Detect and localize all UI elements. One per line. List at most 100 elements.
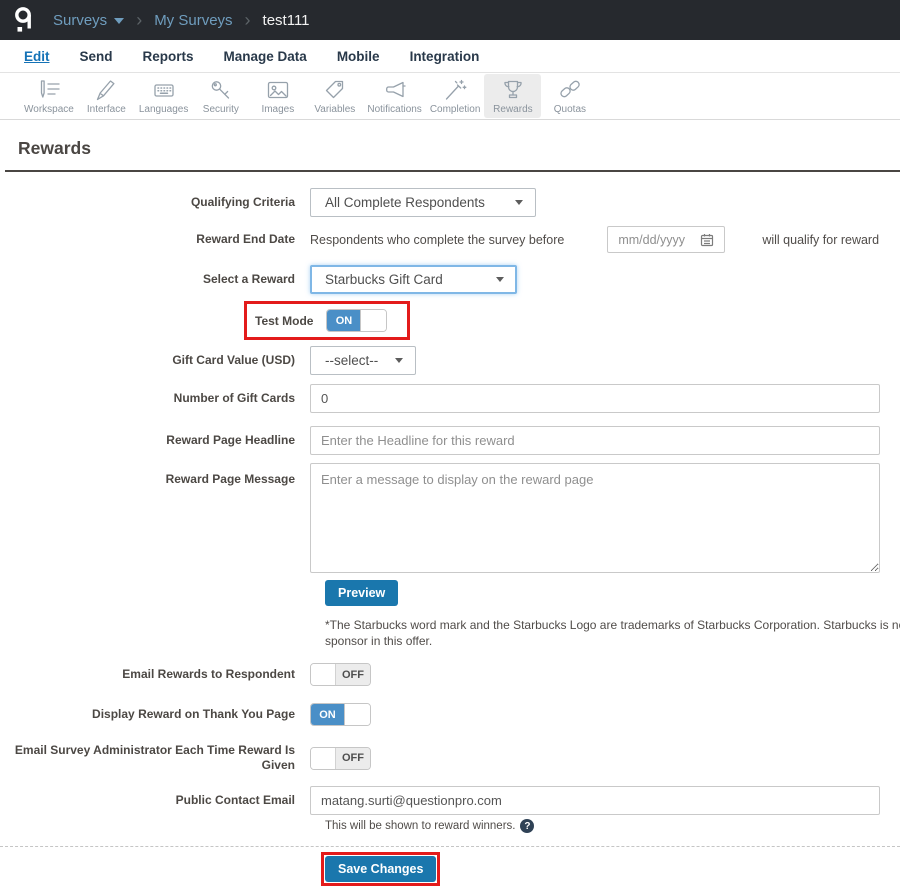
toolbar-item-languages[interactable]: Languages	[135, 74, 193, 118]
main-nav: Edit Send Reports Manage Data Mobile Int…	[0, 40, 900, 73]
toggle-state-label: OFF	[336, 747, 370, 769]
top-header-bar: Surveys › My Surveys › test111	[0, 0, 900, 40]
reward-end-date-row: Reward End Date Respondents who complete…	[0, 226, 900, 253]
toolbar-item-completion[interactable]: Completion	[426, 74, 485, 118]
questionpro-logo-icon[interactable]	[13, 5, 37, 35]
qualifying-criteria-label: Qualifying Criteria	[190, 195, 295, 209]
toolbar-item-interface[interactable]: Interface	[78, 74, 135, 118]
email-rewards-label: Email Rewards to Respondent	[122, 667, 295, 681]
tab-send[interactable]: Send	[80, 49, 113, 64]
reward-page-headline-label: Reward Page Headline	[166, 433, 295, 447]
qualifying-criteria-select[interactable]: All Complete Respondents	[310, 188, 536, 217]
test-mode-toggle[interactable]: ON	[326, 309, 388, 332]
tab-edit[interactable]: Edit	[24, 49, 50, 64]
save-annotation-box: Save Changes	[321, 852, 441, 886]
breadcrumb-product-menu[interactable]: Surveys	[53, 11, 125, 29]
toolbar-item-security[interactable]: Security	[192, 74, 249, 118]
notifications-icon	[382, 78, 408, 102]
toolbar-item-notifications[interactable]: Notifications	[363, 74, 425, 118]
toggle-state-label: ON	[327, 310, 361, 331]
number-of-gift-cards-label: Number of Gift Cards	[173, 391, 295, 405]
select-reward-label: Select a Reward	[202, 272, 295, 286]
disclaimer-line-2: sponsor in this offer.	[325, 634, 433, 648]
qualifying-criteria-value: All Complete Respondents	[325, 195, 485, 210]
select-reward-select[interactable]: Starbucks Gift Card	[310, 265, 517, 294]
number-of-gift-cards-input[interactable]	[310, 384, 880, 413]
reward-end-date-suffix: will qualify for reward	[762, 232, 880, 247]
toggle-handle	[311, 747, 336, 769]
reward-end-date-input-wrap[interactable]	[607, 226, 726, 253]
display-reward-label: Display Reward on Thank You Page	[92, 707, 295, 721]
reward-end-date-label: Reward End Date	[196, 232, 295, 246]
test-mode-annotation-box: Test Mode ON	[244, 301, 411, 340]
tab-manage-data[interactable]: Manage Data	[224, 49, 307, 64]
variables-icon	[322, 78, 348, 102]
display-reward-row: Display Reward on Thank You Page ON	[0, 703, 900, 726]
rewards-form: Qualifying Criteria All Complete Respond…	[0, 188, 900, 886]
toolbar-item-variables[interactable]: Variables	[306, 74, 363, 118]
quotas-icon	[557, 78, 583, 102]
reward-end-date-input[interactable]	[616, 231, 695, 248]
tab-reports[interactable]: Reports	[143, 49, 194, 64]
gift-card-value-label: Gift Card Value (USD)	[172, 353, 295, 367]
images-icon	[265, 78, 291, 102]
helper-text: This will be shown to reward winners.	[325, 820, 516, 832]
email-admin-row: Email Survey Administrator Each Time Rew…	[0, 743, 900, 773]
public-contact-email-input[interactable]	[310, 786, 880, 815]
save-row: Save Changes	[321, 852, 900, 886]
gift-card-value-select[interactable]: --select--	[310, 346, 416, 375]
email-rewards-row: Email Rewards to Respondent OFF	[0, 663, 900, 686]
caret-down-icon	[114, 18, 125, 24]
save-changes-button[interactable]: Save Changes	[325, 856, 437, 882]
tab-mobile[interactable]: Mobile	[337, 49, 380, 64]
reward-page-headline-row: Reward Page Headline	[0, 426, 900, 455]
test-mode-row: Test Mode ON	[244, 301, 900, 340]
reward-page-message-label: Reward Page Message	[165, 472, 295, 486]
languages-icon	[151, 78, 177, 102]
email-admin-label: Email Survey Administrator Each Time Rew…	[14, 743, 295, 772]
toggle-handle	[344, 704, 370, 725]
reward-page-message-textarea[interactable]	[310, 463, 880, 573]
completion-icon	[442, 78, 468, 102]
gift-card-value-value: --select--	[325, 353, 379, 368]
caret-down-icon	[395, 358, 403, 363]
number-of-gift-cards-row: Number of Gift Cards	[0, 384, 900, 413]
page-title: Rewards	[18, 138, 91, 158]
email-admin-toggle[interactable]: OFF	[310, 746, 371, 770]
caret-down-icon	[496, 277, 504, 282]
toolbar-item-workspace[interactable]: Workspace	[20, 74, 78, 118]
toggle-handle	[311, 664, 336, 685]
toolbar-item-rewards[interactable]: Rewards	[484, 74, 542, 118]
interface-icon	[93, 78, 119, 102]
save-divider	[0, 846, 900, 847]
gift-card-value-row: Gift Card Value (USD) --select--	[0, 346, 900, 375]
settings-toolbar: Workspace Interface Languages Security I…	[0, 73, 900, 120]
email-rewards-toggle[interactable]: OFF	[310, 663, 371, 686]
public-contact-email-label: Public Contact Email	[175, 793, 295, 807]
toggle-handle	[360, 310, 387, 331]
breadcrumb-my-surveys[interactable]: My Surveys	[154, 12, 232, 29]
public-contact-email-row: Public Contact Email	[0, 786, 900, 815]
caret-down-icon	[515, 200, 523, 205]
toggle-state-label: OFF	[336, 664, 370, 685]
qualifying-criteria-row: Qualifying Criteria All Complete Respond…	[0, 188, 900, 217]
breadcrumb-product-label: Surveys	[53, 11, 108, 29]
toolbar-item-quotas[interactable]: Quotas	[541, 74, 598, 118]
calendar-icon	[701, 233, 714, 246]
workspace-icon	[36, 78, 62, 102]
title-divider	[5, 170, 900, 172]
preview-button[interactable]: Preview	[325, 580, 399, 606]
select-reward-value: Starbucks Gift Card	[325, 272, 443, 287]
tab-integration[interactable]: Integration	[410, 49, 480, 64]
reward-page-message-row: Reward Page Message	[0, 463, 900, 573]
reward-end-date-prefix: Respondents who complete the survey befo…	[310, 232, 565, 247]
help-icon[interactable]: ?	[520, 819, 535, 833]
chevron-separator-icon: ›	[244, 10, 251, 30]
reward-page-headline-input[interactable]	[310, 426, 880, 455]
breadcrumb-survey-name: test111	[262, 11, 310, 29]
toolbar-item-images[interactable]: Images	[249, 74, 306, 118]
preview-row: Preview	[325, 580, 900, 606]
display-reward-toggle[interactable]: ON	[310, 703, 371, 726]
rewards-icon	[500, 78, 526, 102]
disclaimer-line-1: *The Starbucks word mark and the Starbuc…	[325, 618, 900, 632]
